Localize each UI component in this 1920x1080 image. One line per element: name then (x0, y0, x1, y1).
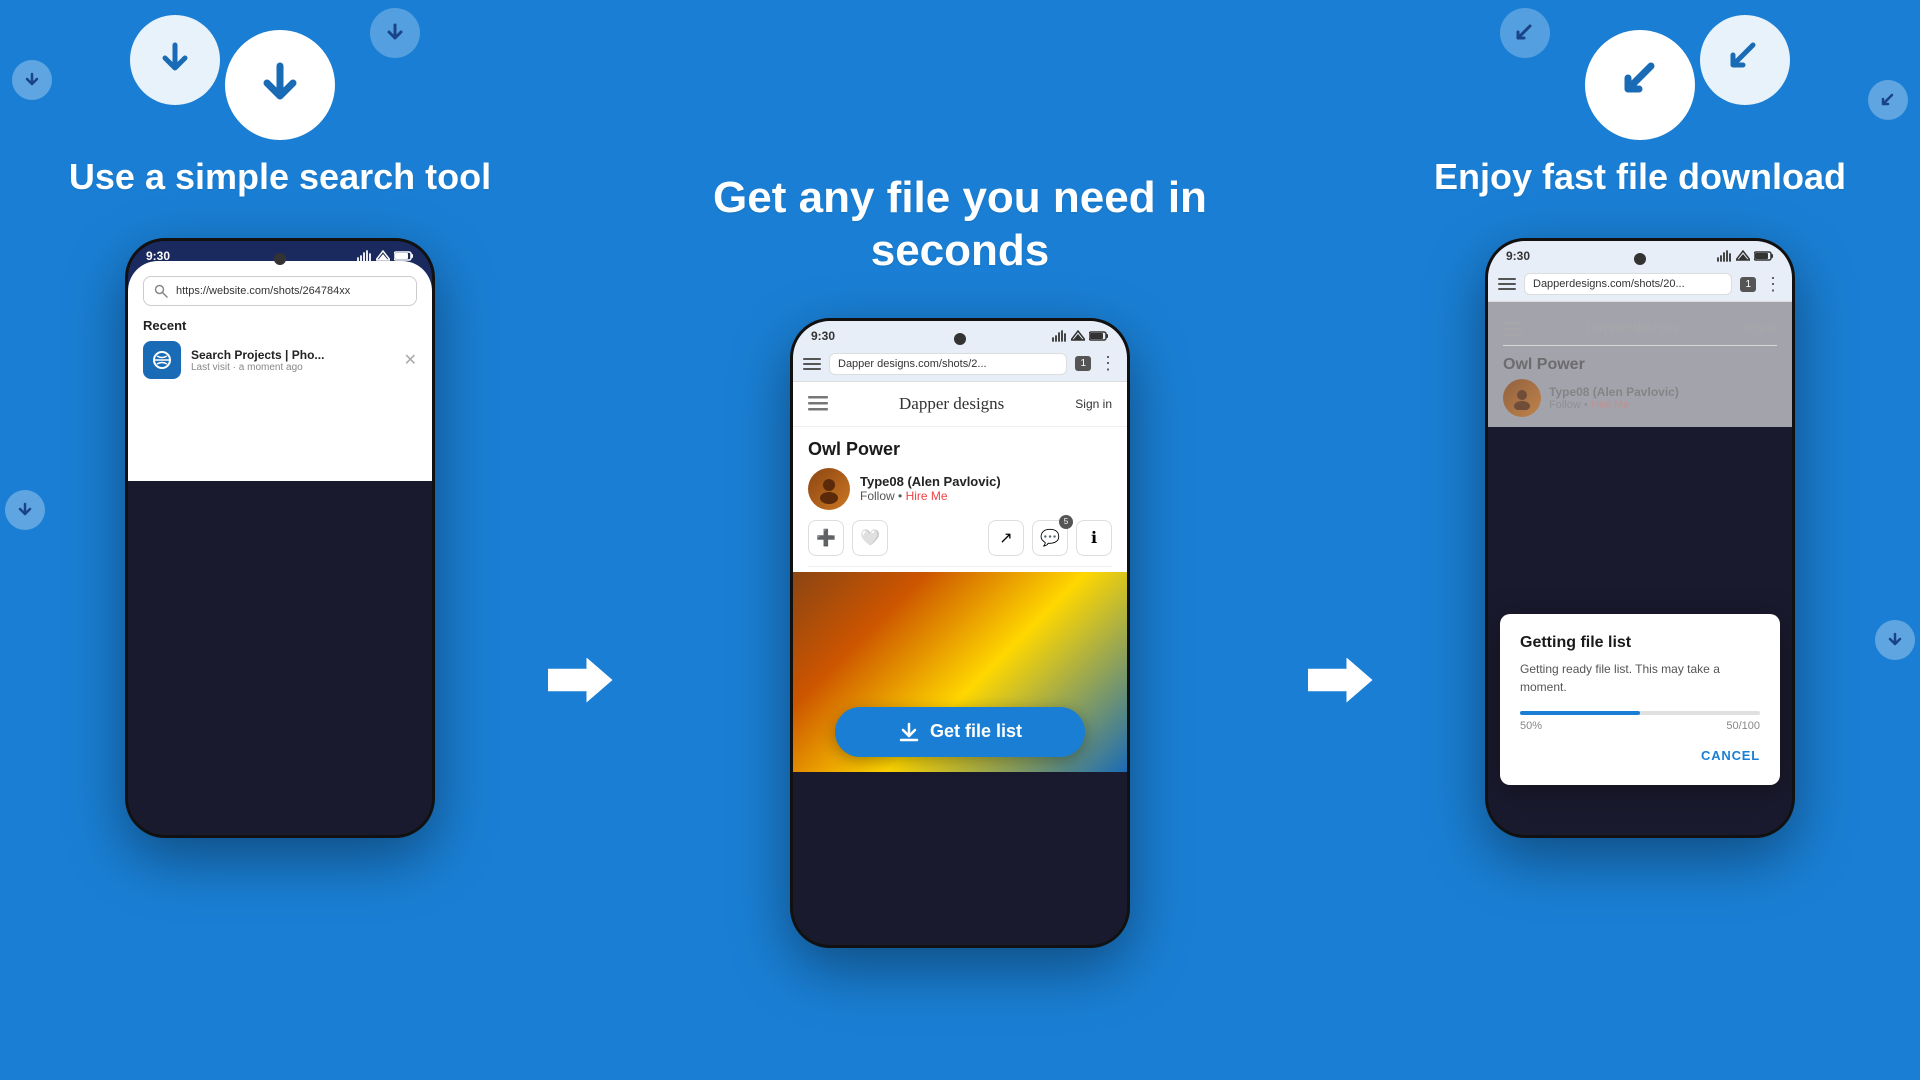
phone3-status-icons (1716, 250, 1774, 262)
phone2-browser-bar: Dapper designs.com/shots/2... 1 ⋮ (793, 347, 1127, 382)
phone2-tab-badge[interactable]: 1 (1075, 356, 1091, 371)
phone1-recent-label: Recent (143, 318, 417, 333)
phone3-progress-bar-bg (1520, 711, 1760, 715)
phone2-time: 9:30 (811, 329, 835, 343)
phone2-website-header: Dapper designs Sign in (793, 382, 1127, 427)
search-icon (154, 284, 168, 298)
phone3-menu-icon[interactable] (1498, 278, 1516, 290)
arrow-2-shape (1308, 658, 1373, 703)
phone3-follow: Follow (1549, 399, 1581, 411)
panel-1: Use a simple search tool 9:30 Browse 1 ⋮ (20, 0, 540, 1080)
panel3-top-icon (1585, 30, 1695, 140)
phone2-more-icon[interactable]: ⋮ (1099, 353, 1117, 374)
phone2-url-bar[interactable]: Dapper designs.com/shots/2... (829, 353, 1067, 375)
arrow-1-shape (548, 658, 613, 703)
phone2-download-icon (898, 721, 920, 743)
phone2-website-menu-icon (808, 396, 828, 412)
phone2-comment-btn[interactable]: 💬 5 (1032, 520, 1068, 556)
phone1-mockup: 9:30 Browse 1 ⋮ (125, 238, 435, 838)
phone2-share-btn[interactable]: ↗ (988, 520, 1024, 556)
phone2-info-btn[interactable]: ℹ (1076, 520, 1112, 556)
phone3-website-header: Dapper designs Sign in (1503, 312, 1777, 346)
panel2-title: Get any file you need in seconds (620, 172, 1300, 278)
phone3-author-avatar (1503, 379, 1541, 417)
phone3-author-info: Type08 (Alen Pavlovic) Follow • Hire Me (1549, 385, 1679, 411)
arrow-1 (540, 658, 620, 703)
phone2-hire-me[interactable]: Hire Me (906, 489, 948, 503)
cancel-button[interactable]: CANCEL (1701, 748, 1760, 763)
phone2-add-btn[interactable]: ➕ (808, 520, 844, 556)
phone2-comment-badge: 5 (1059, 515, 1073, 529)
phone3-dialog-desc: Getting ready file list. This may take a… (1520, 660, 1760, 696)
phone2-get-file-label: Get file list (930, 721, 1022, 742)
phone3-author-row: Type08 (Alen Pavlovic) Follow • Hire Me (1503, 379, 1777, 417)
phone1-bottom-panel: https://website.com/shots/264784xx Recen… (128, 261, 432, 481)
phone2-status-icons (1051, 330, 1109, 342)
phone2-preview-image: Get file list (793, 572, 1127, 772)
panel1-top-icon (225, 30, 335, 140)
panel-2: Get any file you need in seconds 9:30 Da… (620, 132, 1300, 948)
phone3-author-name: Type08 (Alen Pavlovic) (1549, 385, 1679, 399)
phone2-mockup: 9:30 Dapper designs.com/shots/2... 1 ⋮ (790, 318, 1130, 948)
phone2-author-avatar (808, 468, 850, 510)
phone1-recent-item-icon (143, 341, 181, 379)
phone1-search-value: https://website.com/shots/264784xx (176, 285, 406, 297)
phone3-time: 9:30 (1506, 249, 1530, 263)
phone3-content-title: Owl Power (1503, 356, 1777, 374)
phone3-progress-bar-fill (1520, 711, 1640, 715)
phone2-get-file-btn[interactable]: Get file list (835, 707, 1085, 757)
phone3-author-actions: Follow • Hire Me (1549, 399, 1679, 411)
phone2-menu-icon[interactable] (803, 358, 821, 370)
main-container: Use a simple search tool 9:30 Browse 1 ⋮ (0, 0, 1920, 1080)
phone2-author-actions: Follow • Hire Me (860, 489, 1001, 503)
phone3-website-logo: Dapper designs (1521, 320, 1743, 337)
panel3-title: Enjoy fast file download (1434, 155, 1846, 198)
phone3-progress-labels: 50% 50/100 (1520, 720, 1760, 732)
phone3-more-icon[interactable]: ⋮ (1764, 274, 1782, 295)
phone3-cancel-area: CANCEL (1520, 747, 1760, 765)
phone2-content-area: Owl Power Type08 (Alen Pavlovic) Follow … (793, 427, 1127, 572)
phone3-website-content: Dapper designs Sign in Owl Power Type08 … (1488, 302, 1792, 427)
phone3-sign-in: Sign in (1743, 323, 1777, 335)
phone2-like-btn[interactable]: 🤍 (852, 520, 888, 556)
phone3-dialog: Getting file list Getting ready file lis… (1500, 614, 1780, 785)
phone3-hire-me: Hire Me (1591, 399, 1630, 411)
phone3-browser-bar: Dapperdesigns.com/shots/20... 1 ⋮ (1488, 267, 1792, 302)
phone1-recent-item-text: Search Projects | Pho... Last visit · a … (191, 348, 394, 373)
phone2-author-name: Type08 (Alen Pavlovic) (860, 474, 1001, 489)
panel1-title: Use a simple search tool (69, 155, 491, 198)
phone2-website-logo: Dapper designs (828, 394, 1075, 414)
arrow-2 (1300, 658, 1380, 703)
phone3-progress-count: 50/100 (1726, 720, 1760, 732)
phone2-author-row: Type08 (Alen Pavlovic) Follow • Hire Me (808, 468, 1112, 510)
panel-3: Enjoy fast file download 9:30 Dapperdesi… (1380, 0, 1900, 1080)
phone3-url-bar[interactable]: Dapperdesigns.com/shots/20... (1524, 273, 1732, 295)
phone3-progress-percent: 50% (1520, 720, 1542, 732)
phone3-dialog-title: Getting file list (1520, 634, 1760, 652)
phone1-recent-close-icon[interactable]: ✕ (404, 350, 417, 370)
phone1-recent-title: Search Projects | Pho... (191, 348, 394, 362)
phone1-search-bar[interactable]: https://website.com/shots/264784xx (143, 276, 417, 306)
phone3-status-bar: 9:30 (1488, 241, 1792, 267)
phone2-action-bar: ➕ 🤍 ↗ 💬 5 ℹ (808, 520, 1112, 567)
phone1-recent-sub: Last visit · a moment ago (191, 362, 394, 373)
phone2-follow-text[interactable]: Follow (860, 489, 895, 503)
phone3-tab-badge[interactable]: 1 (1740, 277, 1756, 292)
phone2-sign-in[interactable]: Sign in (1075, 397, 1112, 411)
phone3-mockup: 9:30 Dapperdesigns.com/shots/20... 1 ⋮ (1485, 238, 1795, 838)
phone2-content-title: Owl Power (808, 439, 1112, 460)
phone1-recent-item: Search Projects | Pho... Last visit · a … (143, 341, 417, 379)
phone2-author-info: Type08 (Alen Pavlovic) Follow • Hire Me (860, 474, 1001, 503)
phone2-status-bar: 9:30 (793, 321, 1127, 347)
